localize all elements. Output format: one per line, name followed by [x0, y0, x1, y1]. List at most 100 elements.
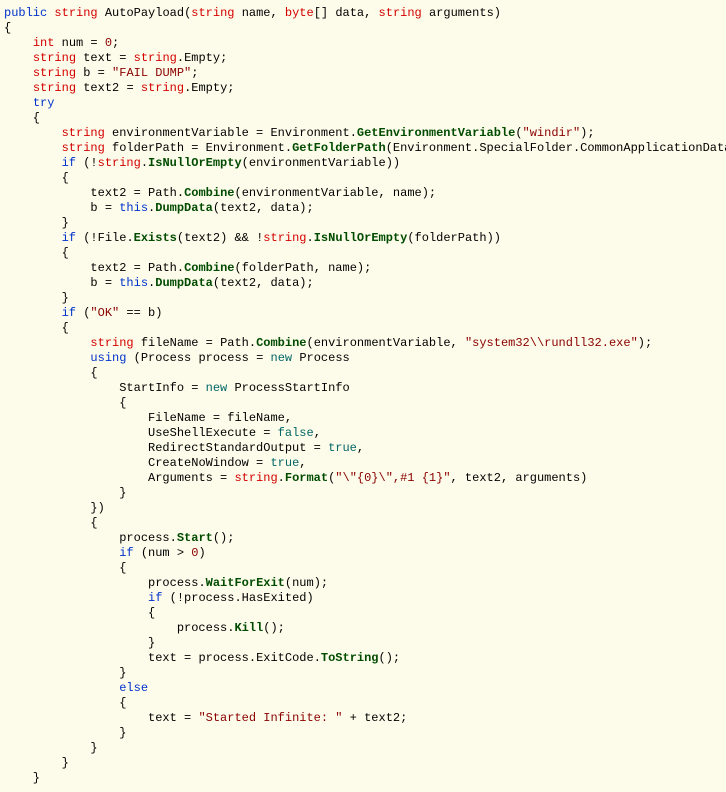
var-filename: fileName — [141, 336, 199, 350]
method-dumpdata: DumpData — [155, 201, 213, 215]
var-process: process — [119, 531, 169, 545]
param-data: data — [270, 201, 299, 215]
member-empty: Empty — [184, 51, 220, 65]
keyword-if: if — [62, 306, 76, 320]
method-name: AutoPayload — [105, 6, 184, 20]
type-string: string — [33, 81, 76, 95]
param-name: name — [242, 6, 271, 20]
string-rundll: "system32\\rundll32.exe" — [465, 336, 638, 350]
var-text2: text2 — [465, 471, 501, 485]
method-start: Start — [177, 531, 213, 545]
type-string: string — [62, 141, 105, 155]
class-environment: Environment — [393, 141, 472, 155]
var-process: process — [177, 621, 227, 635]
var-num: num — [62, 36, 84, 50]
type-string: string — [134, 51, 177, 65]
code-block: public string AutoPayload(string name, b… — [0, 0, 726, 792]
string-windir: "windir" — [523, 126, 581, 140]
keyword-this: this — [119, 201, 148, 215]
class-environment: Environment — [206, 141, 285, 155]
prop-createnowindow: CreateNoWindow — [148, 456, 249, 470]
var-filename: fileName — [227, 411, 285, 425]
keyword-using: using — [90, 351, 126, 365]
class-processstartinfo: ProcessStartInfo — [234, 381, 349, 395]
var-text2: text2 — [83, 81, 119, 95]
class-process: Process — [299, 351, 349, 365]
keyword-false: false — [278, 426, 314, 440]
prop-redirectstdout: RedirectStandardOutput — [148, 441, 306, 455]
prop-exitcode: ExitCode — [256, 651, 314, 665]
method-tostring: ToString — [321, 651, 379, 665]
type-string: string — [54, 6, 97, 20]
string-faildump: "FAIL DUMP" — [112, 66, 191, 80]
type-string: string — [33, 66, 76, 80]
var-text: text — [83, 51, 112, 65]
var-text2: text2 — [220, 276, 256, 290]
param-name: name — [393, 186, 422, 200]
method-format: Format — [285, 471, 328, 485]
var-envvar: environmentVariable — [249, 156, 386, 170]
keyword-if: if — [62, 156, 76, 170]
keyword-true: true — [328, 441, 357, 455]
type-string: string — [234, 471, 277, 485]
keyword-if: if — [148, 591, 162, 605]
method-kill: Kill — [234, 621, 263, 635]
type-string: string — [62, 126, 105, 140]
method-isnullorempty: IsNullOrEmpty — [314, 231, 408, 245]
method-getenvvar: GetEnvironmentVariable — [357, 126, 515, 140]
var-process: process — [184, 591, 234, 605]
class-path: Path — [148, 186, 177, 200]
var-folderpath: folderPath — [242, 261, 314, 275]
method-waitforexit: WaitForExit — [206, 576, 285, 590]
var-text2: text2 — [90, 186, 126, 200]
var-b: b — [90, 276, 97, 290]
var-text: text — [148, 651, 177, 665]
prop-hasexited: HasExited — [242, 591, 307, 605]
keyword-new: new — [271, 351, 293, 365]
type-string: string — [141, 81, 184, 95]
type-string: string — [33, 51, 76, 65]
type-string: string — [263, 231, 306, 245]
enum-specialfolder: SpecialFolder — [479, 141, 573, 155]
type-string: string — [191, 6, 234, 20]
literal-zero: 0 — [191, 546, 198, 560]
keyword-try: try — [33, 96, 55, 110]
class-path: Path — [220, 336, 249, 350]
param-data: data — [270, 276, 299, 290]
param-name: name — [328, 261, 357, 275]
type-string: string — [90, 336, 133, 350]
method-exists: Exists — [134, 231, 177, 245]
keyword-public: public — [4, 6, 47, 20]
var-process: process — [198, 351, 248, 365]
param-data: data — [335, 6, 364, 20]
prop-arguments: Arguments — [148, 471, 213, 485]
param-arguments: arguments — [515, 471, 580, 485]
keyword-this: this — [119, 276, 148, 290]
enum-commonappdata: CommonApplicationData — [580, 141, 726, 155]
method-combine: Combine — [184, 261, 234, 275]
var-process: process — [148, 576, 198, 590]
literal-zero: 0 — [105, 36, 112, 50]
keyword-else: else — [119, 681, 148, 695]
keyword-if: if — [119, 546, 133, 560]
keyword-if: if — [62, 231, 76, 245]
var-b: b — [148, 306, 155, 320]
class-file: File — [98, 231, 127, 245]
var-text2: text2 — [184, 231, 220, 245]
var-b: b — [83, 66, 90, 80]
method-dumpdata: DumpData — [155, 276, 213, 290]
param-arguments: arguments — [429, 6, 494, 20]
class-environment: Environment — [270, 126, 349, 140]
method-combine: Combine — [184, 186, 234, 200]
var-folderpath: folderPath — [112, 141, 184, 155]
type-string: string — [379, 6, 422, 20]
type-string: string — [98, 156, 141, 170]
var-text2: text2 — [220, 201, 256, 215]
var-text2: text2 — [364, 711, 400, 725]
var-text: text — [148, 711, 177, 725]
var-envvar: environmentVariable — [112, 126, 249, 140]
method-getfolderpath: GetFolderPath — [292, 141, 386, 155]
keyword-true: true — [270, 456, 299, 470]
type-int: int — [33, 36, 55, 50]
method-combine: Combine — [256, 336, 306, 350]
